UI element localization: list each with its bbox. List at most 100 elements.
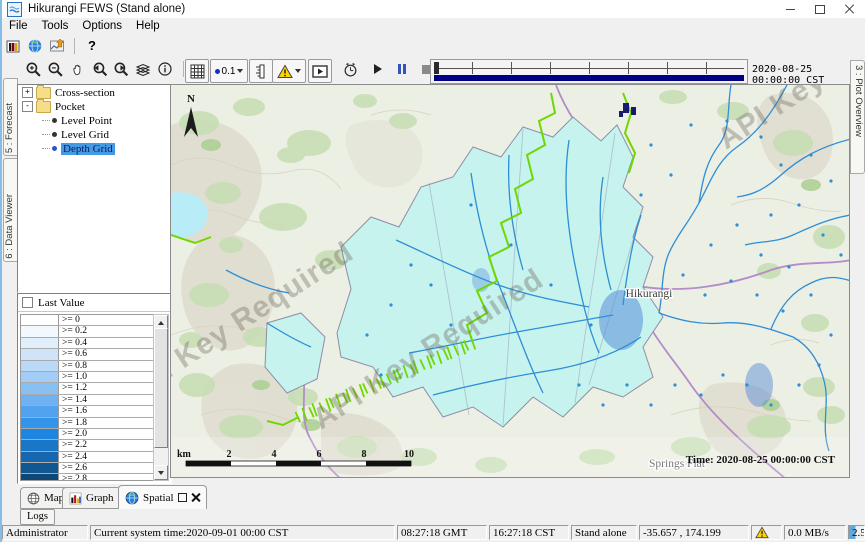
- help-button[interactable]: ?: [81, 36, 103, 56]
- tree-node-level-point[interactable]: Level Point: [18, 114, 171, 127]
- next-zoom-icon[interactable]: [110, 59, 132, 79]
- legend-row[interactable]: >= 0: [21, 315, 154, 326]
- tree-node-level-grid[interactable]: Level Grid: [18, 128, 171, 141]
- legend-row[interactable]: >= 2.4: [21, 452, 154, 463]
- tree-guide-line: [42, 120, 50, 122]
- warning-threshold-dropdown[interactable]: [272, 59, 306, 83]
- legend-swatch: [21, 361, 59, 371]
- map-globe-icon[interactable]: [24, 36, 46, 56]
- tab-spatial[interactable]: Spatial: [118, 485, 207, 510]
- animation-settings-icon[interactable]: [339, 59, 361, 79]
- legend-label: >= 1.4: [59, 395, 87, 405]
- legend-row[interactable]: >= 1.6: [21, 406, 154, 417]
- scroll-down-icon[interactable]: [154, 465, 168, 480]
- database-icon[interactable]: [2, 36, 24, 56]
- contour-threshold-dropdown[interactable]: 0.1: [210, 59, 248, 83]
- play-icon: [374, 64, 382, 74]
- legend-row[interactable]: >= 1.0: [21, 372, 154, 383]
- legend-row[interactable]: >= 1.8: [21, 418, 154, 429]
- status-user: Administrator: [2, 525, 88, 540]
- legend-row[interactable]: >= 2.8: [21, 474, 154, 481]
- status-memory: 2.5 GB: [848, 525, 865, 540]
- legend-row[interactable]: >= 0.6: [21, 349, 154, 360]
- close-icon: [845, 4, 855, 14]
- legend-row[interactable]: >= 1.2: [21, 383, 154, 394]
- tab-close-icon[interactable]: [191, 493, 200, 502]
- scrollbar-thumb[interactable]: [154, 328, 168, 448]
- previous-zoom-icon[interactable]: [88, 59, 110, 79]
- pause-button[interactable]: [391, 59, 413, 79]
- animation-export-button[interactable]: [308, 59, 332, 83]
- menu-help[interactable]: Help: [129, 19, 167, 33]
- time-slider-track[interactable]: [434, 62, 744, 74]
- zoom-out-icon[interactable]: [44, 59, 66, 79]
- close-button[interactable]: [835, 0, 865, 18]
- tab-spatial-label: Spatial: [143, 492, 174, 504]
- tab-plot-overview[interactable]: 3 : Plot Overview: [850, 60, 865, 174]
- layer-tree[interactable]: + Cross-section - Pocket Level Point Lev…: [17, 84, 172, 293]
- bottom-tab-bar: Map Graph Spatial: [2, 484, 865, 509]
- tree-node-cross-section[interactable]: + Cross-section: [18, 86, 171, 99]
- legend-list: >= 0>= 0.2 >= 0.4>= 0.6>= 0.8>= 1.0>= 1.2…: [20, 314, 155, 481]
- tree-node-label[interactable]: Cross-section: [55, 87, 115, 99]
- legend-label: >= 1.2: [59, 383, 87, 393]
- tab-forecast[interactable]: 5 : Forecast: [3, 78, 18, 156]
- collapse-icon[interactable]: -: [22, 101, 33, 112]
- play-button[interactable]: [367, 59, 389, 79]
- info-icon[interactable]: [154, 59, 176, 79]
- menu-options[interactable]: Options: [75, 19, 129, 33]
- grid-display-button[interactable]: [185, 59, 209, 83]
- status-local-time: 16:27:18 CST: [489, 525, 569, 540]
- help-label: ?: [88, 38, 96, 53]
- legend-row[interactable]: >= 2.2: [21, 440, 154, 451]
- tree-node-label-selected[interactable]: Depth Grid: [61, 143, 115, 155]
- tab-data-viewer[interactable]: 6 : Data Viewer: [3, 158, 18, 262]
- legend-row[interactable]: >= 2.6: [21, 463, 154, 474]
- legend-row[interactable]: >= 0.2: [21, 326, 154, 337]
- bar-chart-icon: [69, 492, 82, 505]
- tree-node-label[interactable]: Level Grid: [61, 129, 109, 141]
- menu-file[interactable]: File: [2, 19, 35, 33]
- map-view[interactable]: API Key Required API Key Required API Ke…: [170, 84, 850, 478]
- legend-row[interactable]: >= 0.8: [21, 361, 154, 372]
- chevron-down-icon: [295, 69, 301, 73]
- expand-icon[interactable]: +: [22, 87, 33, 98]
- pause-icon: [398, 64, 406, 74]
- menu-bar: File Tools Options Help: [2, 18, 865, 34]
- maximize-button[interactable]: [805, 0, 835, 18]
- logs-button[interactable]: Logs: [20, 509, 55, 525]
- tab-data-viewer-label: 6 : Data Viewer: [4, 194, 17, 259]
- zoom-in-icon[interactable]: [22, 59, 44, 79]
- legend-scrollbar[interactable]: [153, 314, 169, 481]
- time-slider-thumb[interactable]: [434, 62, 439, 74]
- tab-maximize-icon[interactable]: [178, 493, 187, 502]
- status-warning-cell[interactable]: [751, 525, 782, 540]
- legend-row[interactable]: >= 0.4: [21, 338, 154, 349]
- time-slider[interactable]: [430, 59, 748, 84]
- tab-graph[interactable]: Graph: [62, 487, 121, 509]
- legend-swatch: [21, 338, 59, 348]
- toolbar-separator: [74, 38, 75, 54]
- legend-row[interactable]: >= 2.0: [21, 429, 154, 440]
- last-value-checkbox[interactable]: [22, 297, 33, 308]
- bullet-icon: [52, 118, 57, 123]
- legend-row[interactable]: >= 1.4: [21, 395, 154, 406]
- folder-icon: [36, 101, 51, 113]
- status-coordinates: -35.657 , 174.199: [639, 525, 749, 540]
- title-bar[interactable]: Hikurangi FEWS (Stand alone): [2, 0, 865, 19]
- tree-node-depth-grid[interactable]: Depth Grid: [18, 142, 171, 155]
- svg-text:6: 6: [317, 449, 322, 460]
- layers-icon[interactable]: [132, 59, 154, 79]
- minimize-button[interactable]: [775, 0, 805, 18]
- tree-guide-line: [42, 148, 50, 150]
- legend-label: >= 0.2: [59, 326, 87, 336]
- legend-swatch: [21, 326, 59, 336]
- menu-tools[interactable]: Tools: [35, 19, 76, 33]
- tree-node-pocket[interactable]: - Pocket: [18, 100, 171, 113]
- tree-node-label[interactable]: Pocket: [55, 101, 85, 113]
- tree-node-label[interactable]: Level Point: [61, 115, 112, 127]
- gauge-scale-button[interactable]: [249, 59, 273, 83]
- pan-hand-icon[interactable]: [66, 59, 88, 79]
- spatial-display-icon[interactable]: [46, 36, 68, 56]
- window-title: Hikurangi FEWS (Stand alone): [28, 3, 185, 15]
